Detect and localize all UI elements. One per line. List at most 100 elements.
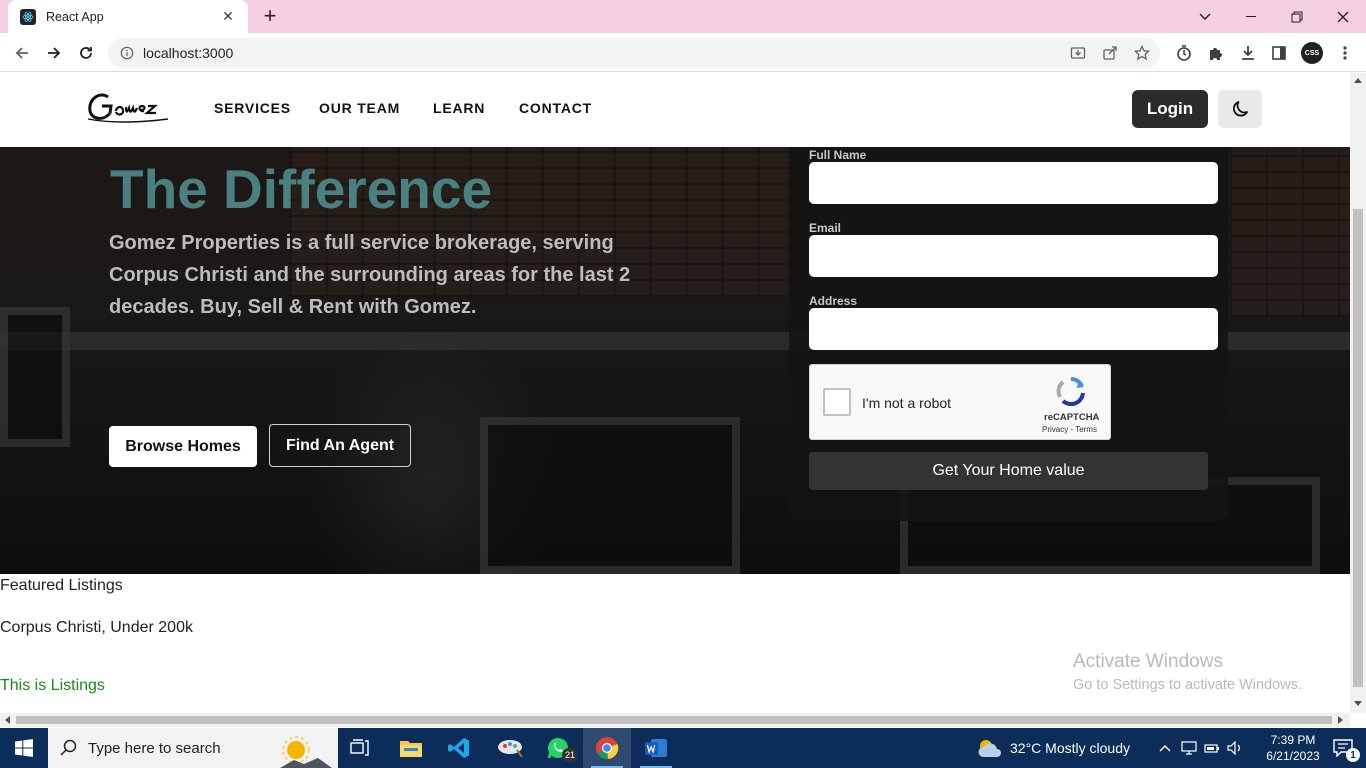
nav-our-team[interactable]: OUR TEAM — [319, 100, 400, 116]
taskbar-app-paint[interactable] — [486, 728, 534, 768]
cloudy-weather-icon — [978, 740, 1001, 757]
downloads-icon[interactable] — [1239, 44, 1257, 62]
weather-text: 32°C Mostly cloudy — [1010, 740, 1130, 756]
email-label: Email — [809, 221, 842, 235]
scroll-down-arrow-icon[interactable] — [1354, 701, 1362, 707]
browser-tab[interactable]: React App ✕ — [8, 0, 248, 33]
hero-title: The Difference — [110, 158, 493, 220]
taskbar-file-explorer[interactable] — [387, 728, 435, 768]
gomez-logo[interactable] — [86, 83, 170, 135]
chevron-up-icon — [1159, 745, 1171, 752]
taskbar-whatsapp[interactable]: 21 — [534, 728, 582, 768]
extensions-puzzle-icon[interactable] — [1207, 44, 1225, 62]
vscode-icon — [448, 738, 469, 758]
notification-count-badge: 1 — [1346, 748, 1360, 762]
install-app-icon[interactable] — [1070, 45, 1086, 61]
volume-icon[interactable] — [1225, 728, 1245, 768]
activate-windows-subtitle: Go to Settings to activate Windows. — [1073, 677, 1302, 693]
hero-section: The Difference Gomez Properties is a ful… — [0, 147, 1350, 574]
scroll-left-arrow-icon[interactable] — [4, 716, 10, 724]
home-value-form: Full Name Email Address I'm not a robot … — [789, 147, 1228, 521]
vertical-scrollbar[interactable] — [1350, 73, 1366, 713]
react-favicon-icon — [20, 8, 36, 25]
address-label: Address — [809, 294, 858, 308]
horizontal-scrollbar[interactable] — [0, 713, 1350, 727]
minimize-button[interactable] — [1228, 0, 1274, 33]
paint-app-icon — [498, 740, 523, 758]
clock-date: 6/21/2023 — [1266, 749, 1320, 763]
restore-button[interactable] — [1274, 0, 1320, 33]
task-view-button[interactable] — [336, 728, 384, 768]
nav-services[interactable]: SERVICES — [214, 100, 291, 116]
recaptcha-checkbox[interactable] — [823, 388, 851, 416]
theme-toggle-button[interactable] — [1218, 90, 1262, 128]
scroll-right-arrow-icon[interactable] — [1338, 716, 1344, 724]
tab-search-icon[interactable] — [1182, 0, 1228, 33]
taskbar-word[interactable] — [632, 728, 680, 768]
network-icon[interactable] — [1178, 728, 1200, 768]
featured-listings-heading: Featured Listings — [0, 577, 123, 594]
search-icon — [60, 739, 77, 756]
chrome-icon — [596, 737, 619, 760]
scroll-up-arrow-icon[interactable] — [1354, 77, 1362, 83]
task-view-icon — [350, 739, 369, 756]
vertical-scroll-thumb[interactable] — [1353, 209, 1363, 687]
recaptcha-brand: reCAPTCHA — [1044, 412, 1100, 423]
nav-learn[interactable]: LEARN — [433, 100, 485, 116]
site-info-icon[interactable] — [120, 46, 134, 60]
activate-windows-watermark: Activate Windows Go to Settings to activ… — [1073, 651, 1302, 693]
recaptcha-privacy-terms[interactable]: Privacy - Terms — [1042, 425, 1097, 434]
windows-taskbar: Type here to search 21 32°C Mostly cloud… — [0, 728, 1366, 768]
email-input[interactable] — [809, 235, 1218, 277]
recaptcha-logo-icon — [1056, 376, 1085, 407]
site-header: SERVICES OUR TEAM LEARN CONTACT Login — [0, 73, 1350, 147]
extension-timer-icon[interactable] — [1175, 44, 1193, 62]
taskbar-clock[interactable]: 7:39 PM 6/21/2023 — [1258, 732, 1328, 764]
full-name-label: Full Name — [809, 148, 867, 162]
tab-title: React App — [46, 9, 104, 24]
horizontal-scroll-thumb[interactable] — [16, 716, 1332, 724]
taskbar-vscode[interactable] — [435, 728, 483, 768]
find-agent-button[interactable]: Find An Agent — [269, 424, 411, 467]
url-text: localhost:3000 — [143, 45, 234, 61]
action-center-button[interactable]: 1 — [1320, 728, 1366, 768]
taskbar-weather[interactable]: 32°C Mostly cloudy — [976, 728, 1130, 768]
browse-homes-button[interactable]: Browse Homes — [109, 426, 257, 467]
clock-time: 7:39 PM — [1270, 733, 1316, 747]
address-bar[interactable]: localhost:3000 — [108, 38, 1160, 68]
file-explorer-icon — [400, 741, 422, 757]
moon-icon — [1233, 101, 1248, 117]
share-icon[interactable] — [1102, 45, 1118, 61]
browser-tabstrip: React App ✕ + — [0, 0, 1366, 33]
bookmark-star-icon[interactable] — [1134, 45, 1150, 61]
get-home-value-button[interactable]: Get Your Home value — [809, 452, 1208, 490]
taskbar-search-placeholder: Type here to search — [88, 739, 221, 757]
recaptcha-widget: I'm not a robot reCAPTCHA Privacy - Term… — [809, 364, 1111, 440]
nav-contact[interactable]: CONTACT — [519, 100, 592, 116]
back-arrow-icon[interactable] — [8, 39, 36, 67]
taskbar-search[interactable]: Type here to search — [48, 728, 338, 768]
activate-windows-title: Activate Windows — [1073, 651, 1223, 672]
close-window-button[interactable] — [1320, 0, 1366, 33]
profile-avatar[interactable]: CSS — [1301, 42, 1323, 64]
close-tab-icon[interactable]: ✕ — [220, 8, 236, 25]
start-button[interactable] — [0, 728, 48, 768]
word-icon — [645, 739, 667, 757]
battery-icon[interactable] — [1202, 728, 1222, 768]
address-input[interactable] — [809, 308, 1218, 350]
taskbar-chrome[interactable] — [583, 728, 631, 768]
full-name-input[interactable] — [809, 162, 1218, 204]
side-panel-icon[interactable] — [1270, 44, 1288, 62]
featured-listings-subheading: Corpus Christi, Under 200k — [0, 619, 193, 636]
more-menu-icon[interactable] — [1336, 44, 1354, 62]
hero-description: Gomez Properties is a full service broke… — [109, 232, 631, 318]
forward-arrow-icon[interactable] — [40, 39, 68, 67]
login-button[interactable]: Login — [1132, 90, 1208, 128]
reload-icon[interactable] — [72, 39, 100, 67]
show-hidden-icons-button[interactable] — [1155, 728, 1175, 768]
whatsapp-badge: 21 — [562, 748, 578, 762]
new-tab-button[interactable]: + — [258, 5, 282, 29]
search-highlight-sun-icon — [280, 736, 332, 768]
listings-text: This is Listings — [0, 677, 105, 694]
recaptcha-label: I'm not a robot — [862, 395, 952, 411]
